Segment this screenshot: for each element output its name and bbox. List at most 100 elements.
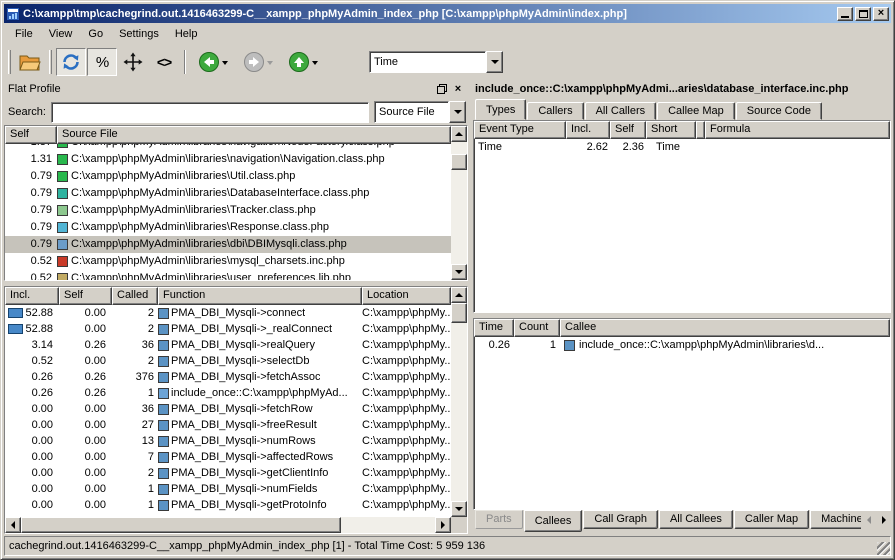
table-row[interactable]: 0.79 C:\xampp\phpMyAdmin\libraries\dbi\D… [5,236,451,253]
search-input[interactable] [51,102,369,123]
function-list-vscrollbar [451,287,467,533]
table-row[interactable]: 0.26 1 include_once::C:\xampp\phpMyAdmin… [474,337,890,354]
menu-item[interactable]: View [41,26,81,42]
dock-float-button[interactable] [434,82,450,97]
table-row[interactable]: 0.00 0.00 1 PMA_DBI_Mysqli->numFields C:… [5,481,451,497]
scroll-track[interactable] [341,517,435,533]
close-button[interactable]: × [873,7,889,21]
scroll-thumb[interactable] [451,303,467,323]
scroll-up-button[interactable] [451,287,467,303]
tab[interactable]: Source Code [736,102,822,120]
minimize-button[interactable] [837,7,853,21]
menu-item[interactable]: File [7,26,41,42]
column-header-event-type[interactable]: Event Type [474,121,566,139]
table-row[interactable]: Time 2.62 2.36 Time [474,139,890,156]
table-row[interactable]: 0.00 0.00 2 PMA_DBI_Mysqli->getClientInf… [5,465,451,481]
dock-close-button[interactable]: × [450,82,466,97]
toolbar-drag-handle[interactable] [8,50,11,74]
column-header-self[interactable]: Self [59,287,112,305]
scroll-down-button[interactable] [451,264,467,280]
column-header-incl[interactable]: Incl. [566,121,610,139]
toolbar-separator [184,50,186,74]
scroll-up-button[interactable] [451,126,467,142]
back-button[interactable] [191,48,235,76]
tab[interactable]: Caller Map [734,510,809,529]
table-row[interactable]: 0.00 0.00 27 PMA_DBI_Mysqli->freeResult … [5,417,451,433]
table-row[interactable]: 0.00 0.00 1 PMA_DBI_Mysqli->getProtoInfo… [5,497,451,513]
column-header-location[interactable]: Location [362,287,451,305]
table-row[interactable]: 0.52 C:\xampp\phpMyAdmin\libraries\mysql… [5,253,451,270]
column-header-self[interactable]: Self [5,126,57,144]
event-type-dropdown-button[interactable] [486,51,503,73]
column-header-incl[interactable]: Incl. [5,287,59,305]
tab[interactable]: All Callers [585,102,657,120]
scroll-thumb[interactable] [21,517,341,533]
tab-scroll-right-button[interactable] [876,511,891,529]
tab[interactable]: Call Graph [583,510,658,529]
menu-item[interactable]: Go [80,26,111,42]
refresh-icon [61,52,81,72]
tab[interactable]: Types [475,99,526,120]
table-row[interactable]: 1.37 C:\xampp\phpMyAdmin\libraries\navig… [5,144,451,151]
function-icon [158,388,169,399]
resize-grip[interactable] [877,542,890,555]
relative-percent-toggle[interactable]: % [87,48,117,76]
table-row[interactable]: 0.00 0.00 13 PMA_DBI_Mysqli->numRows C:\… [5,433,451,449]
grouping-dropdown-button[interactable] [449,101,466,123]
tab-scroll-left-button[interactable] [861,511,876,529]
table-row[interactable]: 0.79 C:\xampp\phpMyAdmin\libraries\Track… [5,202,451,219]
table-row[interactable]: 0.52 0.00 2 PMA_DBI_Mysqli->selectDb C:\… [5,353,451,369]
table-row[interactable]: 0.52 C:\xampp\phpMyAdmin\libraries\user_… [5,270,451,280]
incl-cost-value: 0.26 [32,385,53,401]
column-header-formula[interactable]: Formula [705,121,890,139]
menu-item[interactable]: Help [167,26,206,42]
table-row[interactable]: 0.00 0.00 7 PMA_DBI_Mysqli->affectedRows… [5,449,451,465]
force-dump-button[interactable] [56,48,86,76]
tab[interactable]: Parts [475,510,523,529]
scroll-down-button[interactable] [451,501,467,517]
grouping-selector[interactable]: Source File [374,101,466,123]
forward-button[interactable] [236,48,280,76]
table-row[interactable]: 3.14 0.26 36 PMA_DBI_Mysqli->realQuery C… [5,337,451,353]
maximize-button[interactable] [855,7,871,21]
cost-color-icon [57,239,68,250]
table-row[interactable]: 0.79 C:\xampp\phpMyAdmin\libraries\Respo… [5,219,451,236]
column-header-time[interactable]: Time [474,319,514,337]
table-row[interactable]: 0.26 0.26 376 PMA_DBI_Mysqli->fetchAssoc… [5,369,451,385]
up-button[interactable] [281,48,325,76]
column-header-function[interactable]: Function [158,287,362,305]
table-row[interactable]: 52.88 0.00 2 PMA_DBI_Mysqli->_realConnec… [5,321,451,337]
open-file-button[interactable] [15,48,45,76]
column-header-source-file[interactable]: Source File [57,126,451,144]
table-row[interactable]: 0.00 0.00 36 PMA_DBI_Mysqli->fetchRow C:… [5,401,451,417]
column-header-count[interactable]: Count [514,319,560,337]
tab[interactable]: Callees [524,510,583,532]
scroll-track[interactable] [451,170,467,264]
table-row[interactable]: 0.79 C:\xampp\phpMyAdmin\libraries\Util.… [5,168,451,185]
column-header-callee[interactable]: Callee [560,319,890,337]
expand-areas-button[interactable] [118,48,148,76]
tab[interactable]: Callers [527,102,583,120]
scroll-right-button[interactable] [435,517,451,533]
column-header-self[interactable]: Self [610,121,646,139]
cost-color-icon [57,188,68,199]
toolbar-drag-handle[interactable] [49,50,52,74]
scroll-track[interactable] [451,323,467,501]
table-row[interactable]: 1.31 C:\xampp\phpMyAdmin\libraries\navig… [5,151,451,168]
column-header-called[interactable]: Called [112,287,158,305]
source-file-path: C:\xampp\phpMyAdmin\libraries\navigation… [71,144,395,151]
cycle-detection-button[interactable]: <> [149,48,179,76]
source-file-path: C:\xampp\phpMyAdmin\libraries\navigation… [71,151,385,168]
tab[interactable]: Callee Map [657,102,735,120]
table-row[interactable]: 0.79 C:\xampp\phpMyAdmin\libraries\Datab… [5,185,451,202]
incl-cost-value: 0.00 [32,401,53,417]
tab[interactable]: All Callees [659,510,733,529]
menu-item[interactable]: Settings [111,26,167,42]
scroll-left-button[interactable] [5,517,21,533]
event-type-selector[interactable]: Time [369,51,503,73]
scroll-track[interactable] [451,142,467,154]
table-row[interactable]: 52.88 0.00 2 PMA_DBI_Mysqli->connect C:\… [5,305,451,321]
table-row[interactable]: 0.26 0.26 1 include_once::C:\xampp\phpMy… [5,385,451,401]
scroll-thumb[interactable] [451,154,467,170]
column-header-short[interactable]: Short [646,121,696,139]
